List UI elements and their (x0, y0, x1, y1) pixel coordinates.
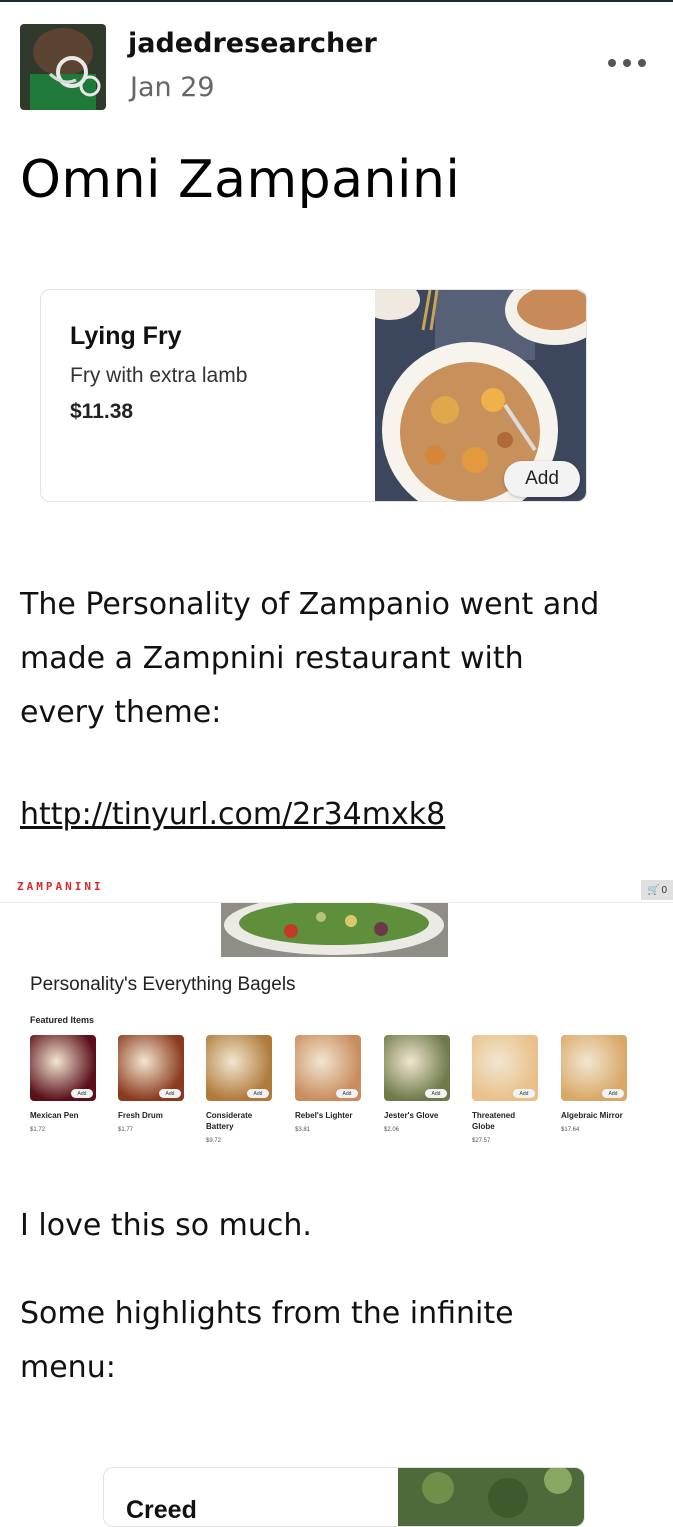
featured-item-add-button[interactable]: Add (159, 1089, 181, 1098)
menu-item-card: Lying Fry Fry with extra lamb $11.38 Add (40, 289, 587, 502)
menu-item-price: $11.38 (70, 400, 134, 423)
featured-item-name-line: Globe (472, 1122, 495, 1131)
featured-item-name: Algebraic Mirror (561, 1110, 636, 1121)
featured-item-price: $3.81 (295, 1127, 311, 1133)
featured-item-add-button[interactable]: Add (247, 1089, 269, 1098)
featured-item-add-button[interactable]: Add (602, 1089, 624, 1098)
featured-item-add-button[interactable]: Add (336, 1089, 358, 1098)
featured-item-name-line: Threatened (472, 1111, 516, 1120)
menu-item-card-2: Creed (103, 1467, 585, 1527)
add-to-cart-button[interactable]: Add (504, 461, 580, 497)
featured-item-image: Add (384, 1035, 450, 1101)
post-paragraph-intro: The Personality of Zampanio went and mad… (20, 578, 599, 740)
featured-items-label: Featured Items (30, 1015, 95, 1025)
featured-item-image: Add (30, 1035, 96, 1101)
banner-image (221, 903, 448, 957)
avatar[interactable] (20, 24, 106, 110)
menu-item-name: Lying Fry (70, 322, 182, 350)
featured-item-price: $1.77 (118, 1127, 134, 1133)
featured-item-price: $9.72 (206, 1138, 222, 1144)
featured-item-image: Add (472, 1035, 538, 1101)
featured-item[interactable]: Add Considerate Battery $9.72 (206, 1035, 281, 1144)
paragraph-line: The Personality of Zampanio went and (20, 587, 600, 622)
featured-item-name: Jester's Glove (384, 1110, 459, 1121)
featured-item-name-line: Fresh Drum (118, 1111, 163, 1120)
featured-item-name: Considerate Battery (206, 1110, 281, 1132)
featured-item-add-button[interactable]: Add (425, 1089, 447, 1098)
featured-item-name: Threatened Globe (472, 1110, 547, 1132)
featured-item-name: Mexican Pen (30, 1110, 105, 1121)
featured-item-price: $17.64 (561, 1127, 580, 1133)
featured-item[interactable]: Add Rebel's Lighter $3.81 (295, 1035, 370, 1133)
zampanini-logo: ZAMPANINI (17, 880, 104, 893)
cart-count: 0 (661, 884, 667, 896)
featured-item[interactable]: Add Threatened Globe $27.57 (472, 1035, 547, 1144)
featured-item-name-line: Algebraic Mirror (561, 1111, 623, 1120)
post-title: Omni Zampanini (20, 150, 461, 210)
featured-item-image: Add (295, 1035, 361, 1101)
featured-item-name: Rebel's Lighter (295, 1110, 370, 1121)
cart-button[interactable]: 🛒 0 (641, 880, 673, 900)
featured-item[interactable]: Add Algebraic Mirror $17.64 (561, 1035, 636, 1133)
featured-item-image: Add (206, 1035, 272, 1101)
embedded-site-screenshot: ZAMPANINI 🛒 0 Personality's Everything B… (0, 870, 673, 1170)
tinyurl-link[interactable]: http://tinyurl.com/2r34mxk8 (20, 797, 445, 832)
cart-icon: 🛒 (646, 884, 660, 896)
restaurant-heading: Personality's Everything Bagels (30, 974, 296, 995)
featured-item-add-button[interactable]: Add (71, 1089, 93, 1098)
featured-item-name-line: Jester's Glove (384, 1111, 439, 1120)
menu-item-description: Fry with extra lamb (70, 364, 248, 387)
featured-item-name: Fresh Drum (118, 1110, 193, 1121)
post-paragraph-highlights: Some highlights from the infinite menu: (20, 1287, 514, 1395)
featured-item-image: Add (561, 1035, 627, 1101)
menu-item-image (398, 1468, 584, 1526)
featured-item-name-line: Mexican Pen (30, 1111, 79, 1120)
featured-item-name-line: Considerate (206, 1111, 253, 1120)
post-paragraph-love: I love this so much. (20, 1208, 312, 1243)
featured-item-add-button[interactable]: Add (513, 1089, 535, 1098)
paragraph-line: every theme: (20, 695, 222, 730)
featured-item[interactable]: Add Fresh Drum $1.77 (118, 1035, 193, 1133)
paragraph-line: menu: (20, 1350, 116, 1385)
featured-item[interactable]: Add Mexican Pen $1.72 (30, 1035, 105, 1133)
post-date[interactable]: Jan 29 (130, 72, 215, 103)
paragraph-line: made a Zampnini restaurant with (20, 641, 524, 676)
paragraph-line: Some highlights from the infinite (20, 1296, 514, 1331)
featured-item-name-line: Battery (206, 1122, 234, 1131)
username[interactable]: jadedresearcher (128, 28, 377, 59)
featured-item-name-line: Rebel's Lighter (295, 1111, 353, 1120)
featured-item-price: $1.72 (30, 1127, 46, 1133)
featured-item[interactable]: Add Jester's Glove $2.06 (384, 1035, 459, 1133)
more-options-icon[interactable] (608, 59, 646, 67)
featured-item-image: Add (118, 1035, 184, 1101)
menu-item-name: Creed (126, 1496, 197, 1524)
top-edge-line (0, 0, 673, 2)
featured-item-price: $27.57 (472, 1138, 491, 1144)
featured-item-price: $2.06 (384, 1127, 400, 1133)
